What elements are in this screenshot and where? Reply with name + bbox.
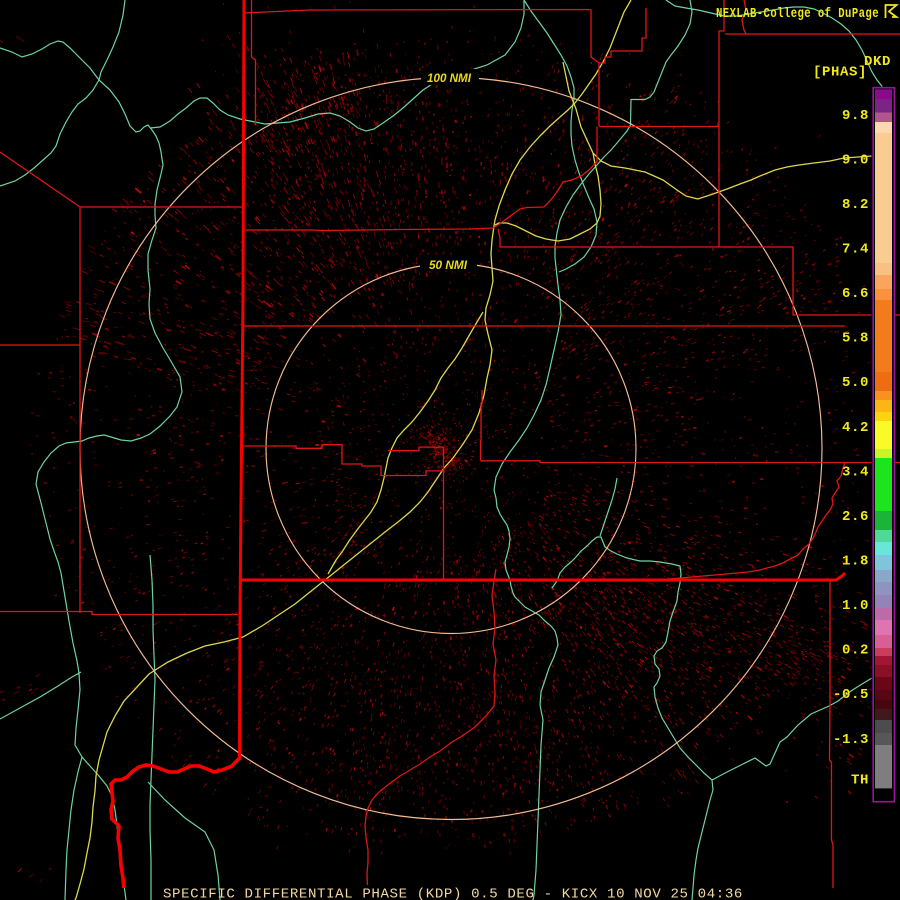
svg-text:6.6: 6.6 xyxy=(842,286,869,302)
svg-text:[PHAS]: [PHAS] xyxy=(813,65,867,81)
svg-text:9.0: 9.0 xyxy=(842,152,869,168)
svg-text:5.8: 5.8 xyxy=(842,331,869,347)
svg-text:-0.5: -0.5 xyxy=(833,687,869,703)
svg-text:5.0: 5.0 xyxy=(842,375,869,391)
svg-text:4.2: 4.2 xyxy=(842,420,869,436)
svg-text:SPECIFIC DIFFERENTIAL PHASE (K: SPECIFIC DIFFERENTIAL PHASE (KDP) 0.5 DE… xyxy=(163,887,743,900)
svg-text:9.8: 9.8 xyxy=(842,108,869,124)
svg-text:1.8: 1.8 xyxy=(842,554,869,570)
svg-text:3.4: 3.4 xyxy=(842,464,869,480)
svg-text:100 NMI: 100 NMI xyxy=(427,73,472,85)
svg-text:50 NMI: 50 NMI xyxy=(429,260,468,272)
svg-text:2.6: 2.6 xyxy=(842,509,869,525)
svg-text:DKD: DKD xyxy=(864,54,891,70)
svg-text:NEXLAB-College of DuPage: NEXLAB-College of DuPage xyxy=(716,6,879,22)
svg-text:TH: TH xyxy=(851,772,869,788)
svg-text:8.2: 8.2 xyxy=(842,197,869,213)
svg-text:-1.3: -1.3 xyxy=(833,732,869,748)
svg-text:7.4: 7.4 xyxy=(842,242,869,258)
svg-text:1.0: 1.0 xyxy=(842,598,869,614)
svg-text:0.2: 0.2 xyxy=(842,643,869,659)
